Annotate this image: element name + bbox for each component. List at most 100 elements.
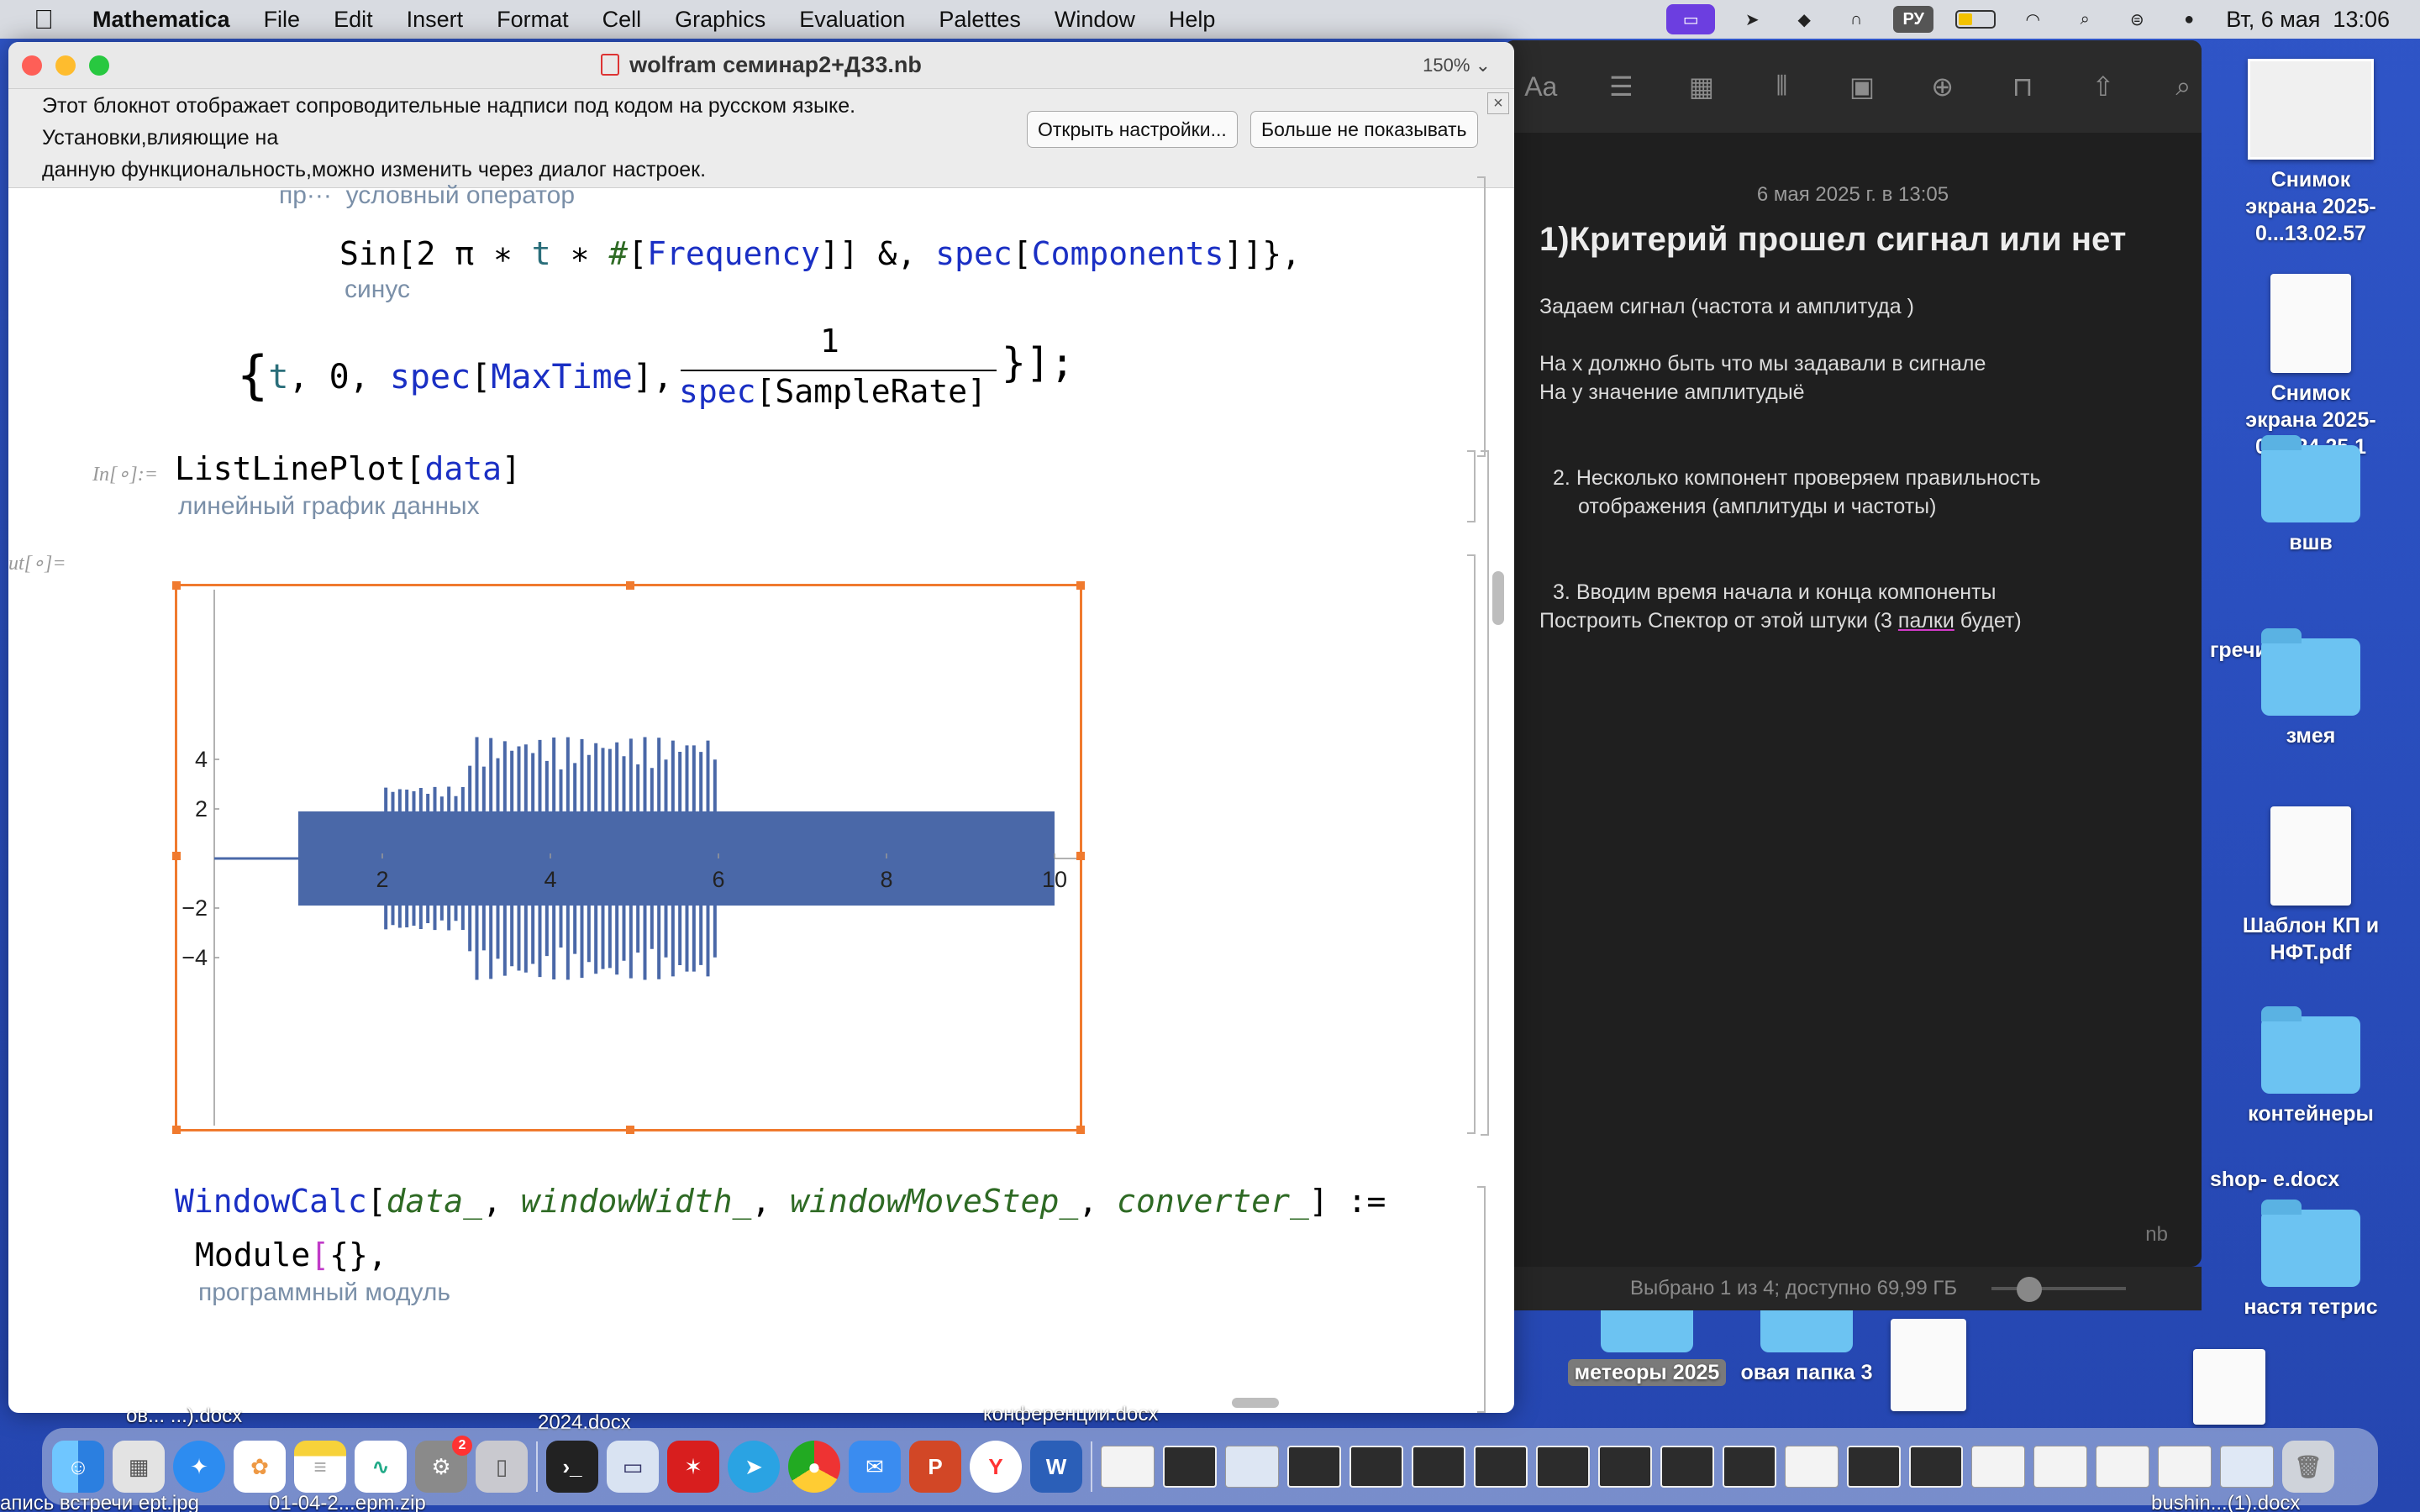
menu-cell[interactable]: Cell <box>586 7 659 33</box>
desktop-icon-screenshot-1[interactable]: Снимок экрана 2025-0...13.02.57 <box>2235 59 2386 247</box>
tablepro-elephant-icon[interactable]: ◆ <box>1789 7 1819 32</box>
banner-close-button[interactable]: × <box>1487 92 1509 114</box>
collaborate-icon[interactable]: ⊕ <box>1924 70 1961 103</box>
menu-format[interactable]: Format <box>480 7 586 33</box>
launchpad-icon[interactable]: ▦ <box>113 1441 165 1493</box>
yandex-browser-icon[interactable]: Y <box>970 1441 1022 1493</box>
media-icon[interactable]: ▣ <box>1844 70 1881 103</box>
code-module[interactable]: Module[{}, <box>195 1236 387 1273</box>
spotlight-search-icon[interactable]: ⌕ <box>2070 7 2100 32</box>
minimized-window-thumbnail[interactable] <box>1163 1446 1217 1488</box>
cell-bracket[interactable] <box>1467 554 1476 1134</box>
mail-icon[interactable]: ✉ <box>849 1441 901 1493</box>
list-line-plot[interactable]: 2 4 6 8 10 −4 −2 2 4 <box>177 586 1080 1129</box>
desktop-file-shop-docx[interactable]: shop- e.docx <box>2210 1166 2361 1193</box>
terminal-icon[interactable]: ›_ <box>546 1441 598 1493</box>
png-file-thumbnail-icon[interactable] <box>1101 1446 1155 1488</box>
telegram-dock-icon[interactable]: ➤ <box>728 1441 780 1493</box>
minimized-window-thumbnail[interactable] <box>1785 1446 1839 1488</box>
cell-bracket[interactable] <box>1477 176 1486 457</box>
minimized-window-thumbnail[interactable] <box>1847 1446 1901 1488</box>
minimized-window-thumbnail[interactable] <box>1660 1446 1714 1488</box>
lock-icon[interactable]: ⊓ <box>2004 70 2041 103</box>
minimized-window-thumbnail[interactable] <box>2158 1446 2212 1488</box>
zoom-level-selector[interactable]: 150% ⌄ <box>1423 55 1491 76</box>
finder-icon[interactable]: ☺ <box>52 1441 104 1493</box>
minimized-window-thumbnail[interactable] <box>1287 1446 1341 1488</box>
wifi-icon[interactable]: ◠ <box>2018 7 2048 32</box>
minimized-window-thumbnail[interactable] <box>1536 1446 1590 1488</box>
menubar-clock[interactable]: Вт, 6 мая 13:06 <box>2226 7 2390 33</box>
control-center-icon[interactable]: ⊜ <box>2122 7 2152 32</box>
minimized-window-thumbnail[interactable] <box>1412 1446 1465 1488</box>
horizontal-scrollbar[interactable] <box>1232 1398 1279 1408</box>
table-icon[interactable]: ▦ <box>1683 70 1720 103</box>
chrome-icon[interactable]: ● <box>788 1441 840 1493</box>
minimized-window-thumbnail[interactable] <box>1349 1446 1403 1488</box>
screen-mirroring-icon[interactable]: ▭ <box>1666 4 1716 34</box>
share-icon[interactable]: ⇧ <box>2085 70 2122 103</box>
minimized-window-thumbnail[interactable] <box>1909 1446 1963 1488</box>
icon-size-slider[interactable] <box>1991 1287 2126 1290</box>
menu-palettes[interactable]: Palettes <box>922 7 1038 33</box>
audio-icon[interactable]: ⦀ <box>1764 70 1801 103</box>
minimized-window-thumbnail[interactable] <box>1971 1446 2025 1488</box>
desktop-icon-screenshot-2[interactable]: Снимок экрана 2025-02...24.25.1 <box>2235 274 2386 460</box>
vertical-scrollbar[interactable] <box>1492 571 1504 625</box>
open-settings-button[interactable]: Открыть настройки... <box>1027 111 1238 148</box>
minimized-window-thumbnail[interactable] <box>1723 1446 1776 1488</box>
apple-menu-icon[interactable]:  <box>0 4 76 35</box>
desktop-file-label[interactable]: bushin...(1).docx <box>2151 1492 2300 1512</box>
code-line-sin[interactable]: Sin[2 π ∗ t ∗ #[Frequency]] &, spec[Comp… <box>339 235 1301 272</box>
powerpoint-icon[interactable]: P <box>909 1441 961 1493</box>
menu-window[interactable]: Window <box>1038 7 1152 33</box>
text-format-icon[interactable]: Aa <box>1523 70 1560 103</box>
notes-app-icon[interactable]: ≡ <box>294 1441 346 1493</box>
minimized-window-thumbnail[interactable] <box>2096 1446 2149 1488</box>
minimized-window-thumbnail[interactable] <box>1474 1446 1528 1488</box>
menu-insert[interactable]: Insert <box>390 7 481 33</box>
code-line-range[interactable]: {t, 0, spec[MaxTime], <box>237 344 693 406</box>
code-listlineplot[interactable]: ListLinePlot[data] <box>175 450 521 487</box>
system-settings-icon[interactable]: ⚙ 2 <box>415 1436 472 1493</box>
note-body[interactable]: Задаем сигнал (частота и амплитуда ) На … <box>1539 292 2161 635</box>
checklist-icon[interactable]: ☰ <box>1603 70 1640 103</box>
trash-icon[interactable]: 🗑 <box>2282 1441 2334 1493</box>
desktop-folder-konteynery[interactable]: контейнеры <box>2235 1006 2386 1127</box>
note-title[interactable]: 1)Критерий прошел сигнал или нет <box>1539 221 2126 259</box>
menu-file[interactable]: File <box>247 7 318 33</box>
desktop-folder-nastya-tetris[interactable]: настя тетрис <box>2235 1200 2386 1320</box>
iphone-mirroring-icon[interactable]: ▯ <box>476 1441 528 1493</box>
telegram-icon[interactable]: ➤ <box>1737 7 1767 32</box>
desktop-file-label[interactable]: апись встречи ept.jpg <box>0 1492 199 1512</box>
desktop-folder-zmeya[interactable]: змея <box>2235 628 2386 749</box>
preview-icon[interactable]: ▭ <box>607 1441 659 1493</box>
minimized-window-thumbnail[interactable] <box>1598 1446 1652 1488</box>
menu-edit[interactable]: Edit <box>317 7 390 33</box>
desktop-file-shablon-pdf[interactable]: Шаблон КП и НФТ.pdf <box>2235 806 2386 966</box>
safari-icon[interactable]: ✦ <box>173 1441 225 1493</box>
menu-help[interactable]: Help <box>1152 7 1233 33</box>
desktop-document-thumbnail[interactable] <box>2193 1349 2265 1425</box>
desktop-file-label[interactable]: ов... ...).docx <box>126 1404 242 1428</box>
minimized-window-thumbnail[interactable] <box>2220 1446 2274 1488</box>
icon-size-slider-knob[interactable] <box>2017 1277 2042 1302</box>
cell-bracket[interactable] <box>1481 450 1489 1136</box>
siri-icon[interactable]: ● <box>2174 7 2204 32</box>
headphones-icon[interactable]: ∩ <box>1841 7 1871 32</box>
desktop-folder-vshv[interactable]: вшв <box>2235 435 2386 556</box>
menu-app-name[interactable]: Mathematica <box>76 7 247 33</box>
photos-icon[interactable]: ✿ <box>234 1441 286 1493</box>
freeform-icon[interactable]: ∿ <box>355 1441 407 1493</box>
code-windowcalc-definition[interactable]: WindowCalc[data_, windowWidth_, windowMo… <box>175 1183 1386 1220</box>
cell-bracket[interactable] <box>1467 450 1476 522</box>
menu-evaluation[interactable]: Evaluation <box>782 7 922 33</box>
word-icon[interactable]: W <box>1030 1441 1082 1493</box>
desktop-document-thumbnail[interactable] <box>1891 1319 1966 1411</box>
battery-icon[interactable] <box>1955 10 1996 29</box>
dont-show-again-button[interactable]: Больше не показывать <box>1250 111 1478 148</box>
search-icon[interactable]: ⌕ <box>2165 70 2202 103</box>
cell-bracket[interactable] <box>1477 1186 1486 1413</box>
desktop-file-label[interactable]: 01-04-2...epm.zip <box>269 1492 426 1512</box>
keyboard-layout-indicator[interactable]: РУ <box>1893 6 1934 33</box>
